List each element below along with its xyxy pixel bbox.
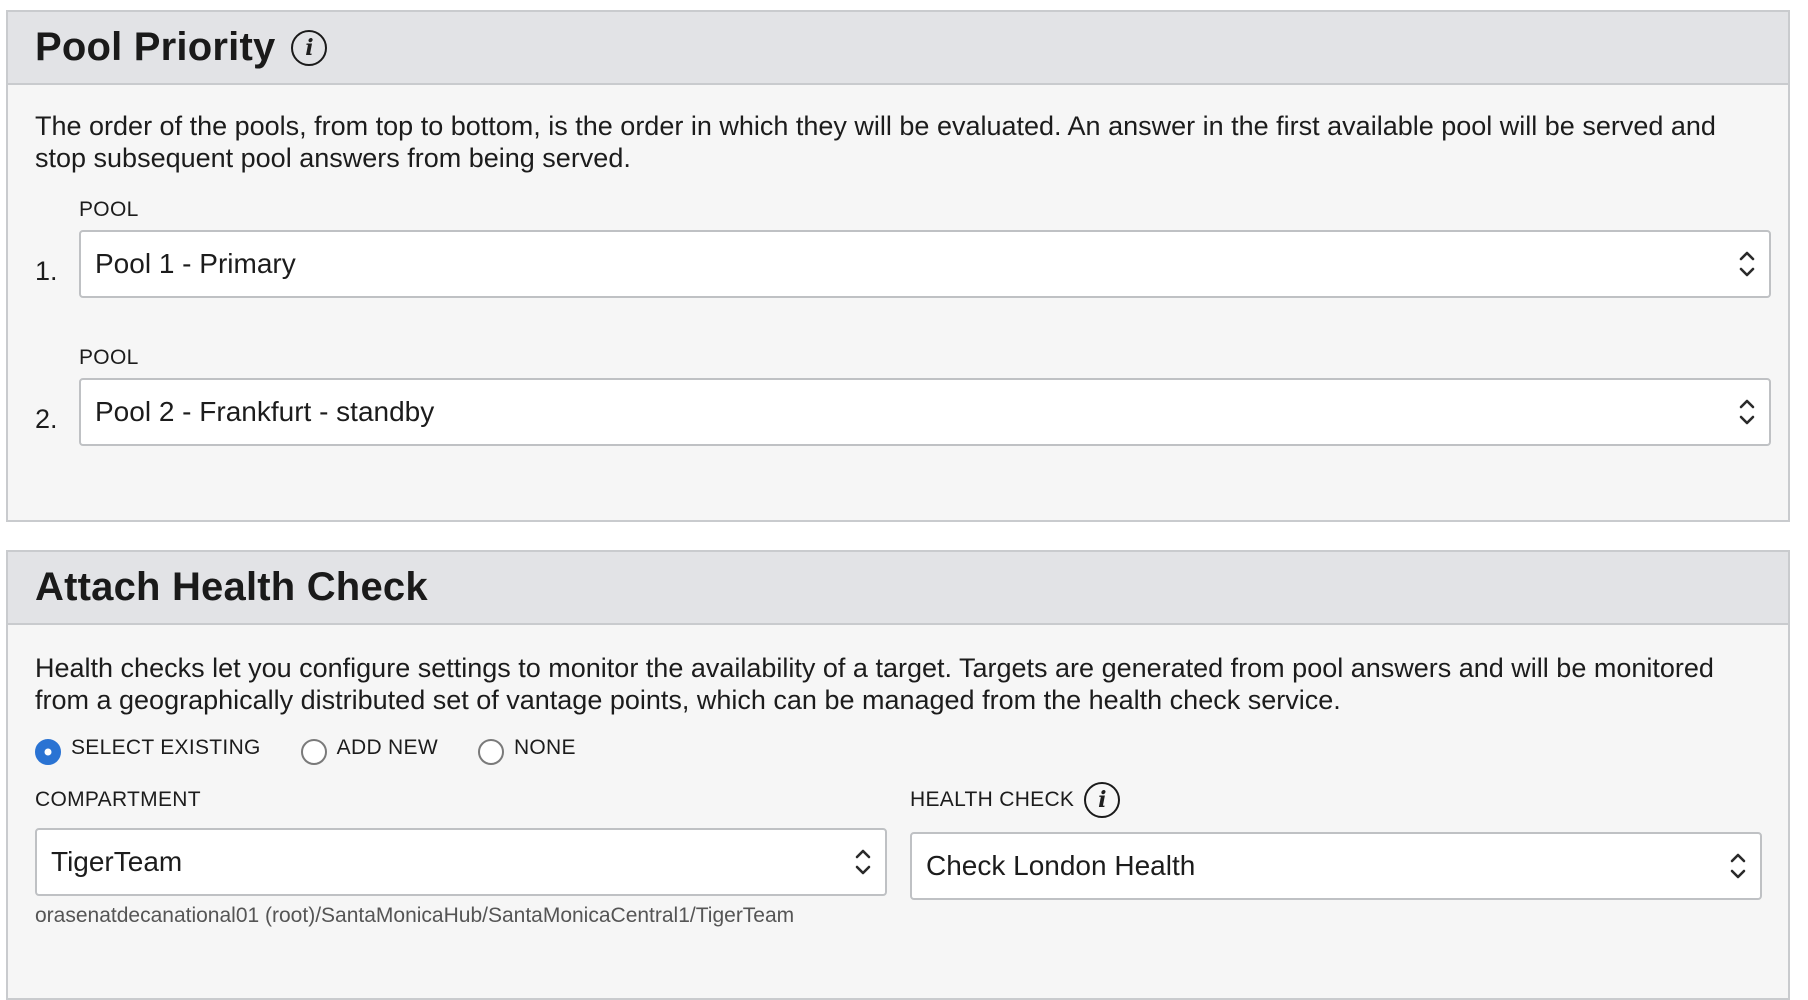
health-check-label-row: HEALTH CHECK i xyxy=(910,782,1121,818)
pool-1-select[interactable]: Pool 1 - Primary xyxy=(79,230,1771,298)
compartment-label: COMPARTMENT xyxy=(35,788,201,811)
chevron-updown-icon xyxy=(1739,251,1755,277)
health-check-label: HEALTH CHECK xyxy=(910,788,1075,811)
radio-label: ADD NEW xyxy=(336,736,438,759)
pool-2-value: Pool 2 - Frankfurt - standby xyxy=(95,396,435,427)
info-icon[interactable]: i xyxy=(1084,782,1121,818)
pool-1-value: Pool 1 - Primary xyxy=(95,248,296,279)
radio-empty-icon xyxy=(477,739,504,765)
chevron-updown-icon xyxy=(1730,853,1746,879)
pool-priority-panel: Pool Priority i The order of the pools, … xyxy=(6,10,1790,522)
chevron-updown-icon xyxy=(855,849,871,875)
health-check-value: Check London Health xyxy=(926,850,1196,881)
health-check-header: Attach Health Check xyxy=(8,552,1788,625)
pool-2-index: 2. xyxy=(35,404,58,434)
compartment-path: orasenatdecanational01 (root)/SantaMonic… xyxy=(35,904,795,927)
health-check-panel: Attach Health Check Health checks let yo… xyxy=(6,550,1790,1000)
health-check-description: Health checks let you configure settings… xyxy=(35,653,1714,715)
radio-label: SELECT EXISTING xyxy=(71,736,261,759)
radio-add-new[interactable]: ADD NEW xyxy=(300,735,438,765)
health-check-mode: SELECT EXISTING ADD NEW NONE xyxy=(35,735,616,765)
radio-label: NONE xyxy=(513,736,576,759)
radio-select-existing[interactable]: SELECT EXISTING xyxy=(35,735,261,765)
compartment-value: TigerTeam xyxy=(51,846,183,877)
pool-2-label: POOL xyxy=(79,346,139,369)
pool-priority-title: Pool Priority xyxy=(35,25,276,69)
pool-priority-description: The order of the pools, from top to bott… xyxy=(35,111,1716,173)
radio-empty-icon xyxy=(300,739,327,765)
radio-selected-icon xyxy=(35,739,61,765)
chevron-updown-icon xyxy=(1739,399,1755,425)
health-check-select[interactable]: Check London Health xyxy=(910,832,1762,900)
pool-priority-header: Pool Priority i xyxy=(8,12,1788,85)
health-check-title: Attach Health Check xyxy=(35,565,428,609)
compartment-select[interactable]: TigerTeam xyxy=(35,828,887,896)
pool-1-label: POOL xyxy=(79,198,139,221)
pool-1-index: 1. xyxy=(35,256,58,286)
radio-none[interactable]: NONE xyxy=(477,735,576,765)
info-icon[interactable]: i xyxy=(291,29,328,66)
pool-2-select[interactable]: Pool 2 - Frankfurt - standby xyxy=(79,378,1771,446)
